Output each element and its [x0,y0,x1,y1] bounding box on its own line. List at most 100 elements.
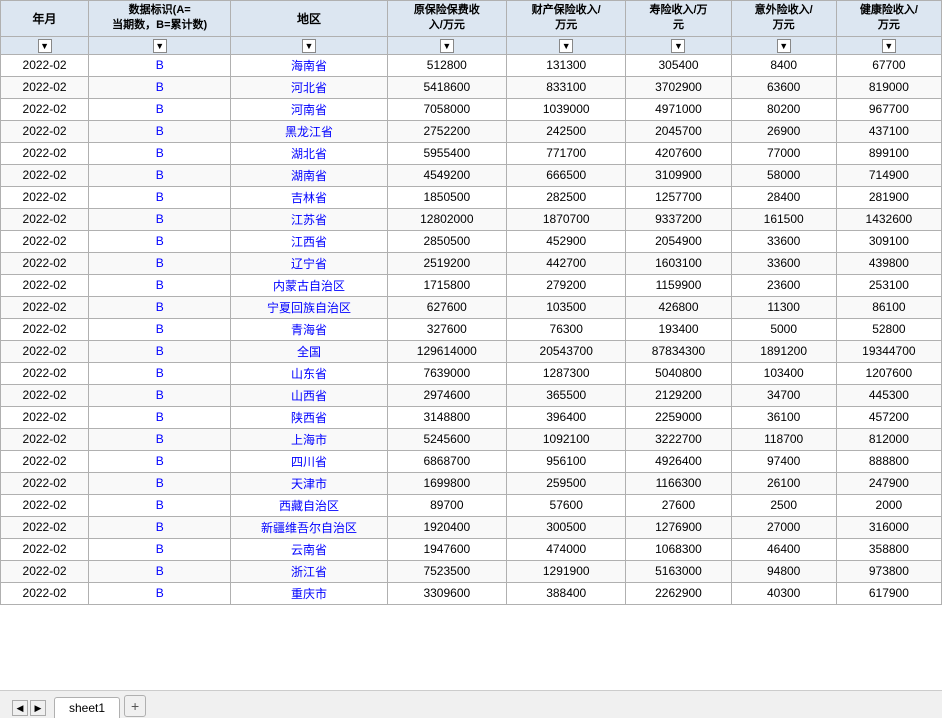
table-cell: B [89,582,231,604]
table-cell: 2022-02 [1,142,89,164]
table-cell: 5418600 [387,76,506,98]
table-cell: 316000 [836,516,941,538]
filter-col5[interactable]: ▼ [836,36,941,54]
table-cell: 2022-02 [1,428,89,450]
filter-btn-col5[interactable]: ▼ [882,39,896,53]
sheet-tab-bar: ◀ ▶ sheet1 + [0,690,942,718]
table-cell: 1891200 [731,340,836,362]
table-cell: 4207600 [626,142,731,164]
filter-btn-col4[interactable]: ▼ [777,39,791,53]
table-cell: 内蒙古自治区 [231,274,387,296]
filter-btn-col1[interactable]: ▼ [440,39,454,53]
table-cell: 103500 [507,296,626,318]
table-row: 2022-02B河南省70580001039000497100080200967… [1,98,942,120]
table-cell: 1287300 [507,362,626,384]
table-cell: 279200 [507,274,626,296]
add-sheet-button[interactable]: + [124,695,146,717]
table-cell: 2022-02 [1,296,89,318]
table-cell: 1159900 [626,274,731,296]
filter-col2[interactable]: ▼ [507,36,626,54]
table-cell: 2022-02 [1,120,89,142]
table-cell: 118700 [731,428,836,450]
table-cell: 161500 [731,208,836,230]
table-cell: B [89,120,231,142]
table-cell: 1068300 [626,538,731,560]
table-cell: 23600 [731,274,836,296]
table-cell: 76300 [507,318,626,340]
table-row: 2022-02B上海市52456001092100322270011870081… [1,428,942,450]
table-cell: 27600 [626,494,731,516]
table-cell: 26100 [731,472,836,494]
table-cell: 452900 [507,230,626,252]
table-cell: 1291900 [507,560,626,582]
sheet-scroll-arrows: ◀ ▶ [8,698,50,718]
filter-row: ▼ ▼ ▼ ▼ ▼ ▼ ▼ ▼ [1,36,942,54]
table-cell: 956100 [507,450,626,472]
filter-btn-region[interactable]: ▼ [302,39,316,53]
table-cell: 1166300 [626,472,731,494]
table-cell: 江苏省 [231,208,387,230]
table-cell: 2022-02 [1,186,89,208]
table-cell: 46400 [731,538,836,560]
table-cell: 2022-02 [1,362,89,384]
table-cell: 259500 [507,472,626,494]
table-cell: 309100 [836,230,941,252]
sheet-tab-sheet1[interactable]: sheet1 [54,697,120,718]
table-cell: 8400 [731,54,836,76]
sheet-scroll-left[interactable]: ◀ [12,700,28,716]
table-cell: 浙江省 [231,560,387,582]
table-cell: 2022-02 [1,230,89,252]
header-row: 年月 数据标识(A=当期数，B=累计数) 地区 原保险保费收入/万元 财产保险收… [1,1,942,37]
table-cell: B [89,560,231,582]
table-cell: B [89,208,231,230]
filter-col1[interactable]: ▼ [387,36,506,54]
filter-region[interactable]: ▼ [231,36,387,54]
table-cell: 海南省 [231,54,387,76]
table-cell: 四川省 [231,450,387,472]
table-cell: 1432600 [836,208,941,230]
table-cell: 1039000 [507,98,626,120]
table-row: 2022-02B浙江省75235001291900516300094800973… [1,560,942,582]
table-cell: 2022-02 [1,252,89,274]
table-cell: 300500 [507,516,626,538]
sheet-scroll-right[interactable]: ▶ [30,700,46,716]
table-cell: 1850500 [387,186,506,208]
table-cell: B [89,340,231,362]
table-cell: 黑龙江省 [231,120,387,142]
filter-btn-col3[interactable]: ▼ [671,39,685,53]
table-row: 2022-02B天津市16998002595001166300261002479… [1,472,942,494]
filter-btn-year[interactable]: ▼ [38,39,52,53]
table-cell: 63600 [731,76,836,98]
col-header-col5: 健康险收入/万元 [836,1,941,37]
table-cell: B [89,472,231,494]
table-cell: 2022-02 [1,98,89,120]
table-cell: B [89,76,231,98]
table-cell: 5000 [731,318,836,340]
table-cell: 5040800 [626,362,731,384]
table-row: 2022-02B重庆市33096003884002262900403006179… [1,582,942,604]
table-cell: 2022-02 [1,340,89,362]
filter-btn-col2[interactable]: ▼ [559,39,573,53]
table-cell: 2022-02 [1,582,89,604]
table-cell: 282500 [507,186,626,208]
table-cell: 242500 [507,120,626,142]
table-cell: 36100 [731,406,836,428]
filter-col4[interactable]: ▼ [731,36,836,54]
table-cell: 6868700 [387,450,506,472]
table-cell: B [89,164,231,186]
filter-col3[interactable]: ▼ [626,36,731,54]
table-wrapper[interactable]: 年月 数据标识(A=当期数，B=累计数) 地区 原保险保费收入/万元 财产保险收… [0,0,942,690]
filter-year[interactable]: ▼ [1,36,89,54]
filter-btn-dataflag[interactable]: ▼ [153,39,167,53]
table-cell: 442700 [507,252,626,274]
filter-dataflag[interactable]: ▼ [89,36,231,54]
table-cell: 888800 [836,450,941,472]
table-cell: 33600 [731,252,836,274]
table-cell: 617900 [836,582,941,604]
table-cell: 388400 [507,582,626,604]
table-cell: 天津市 [231,472,387,494]
table-cell: 40300 [731,582,836,604]
table-row: 2022-02B湖北省59554007717004207600770008991… [1,142,942,164]
table-cell: 2129200 [626,384,731,406]
table-cell: 2022-02 [1,318,89,340]
